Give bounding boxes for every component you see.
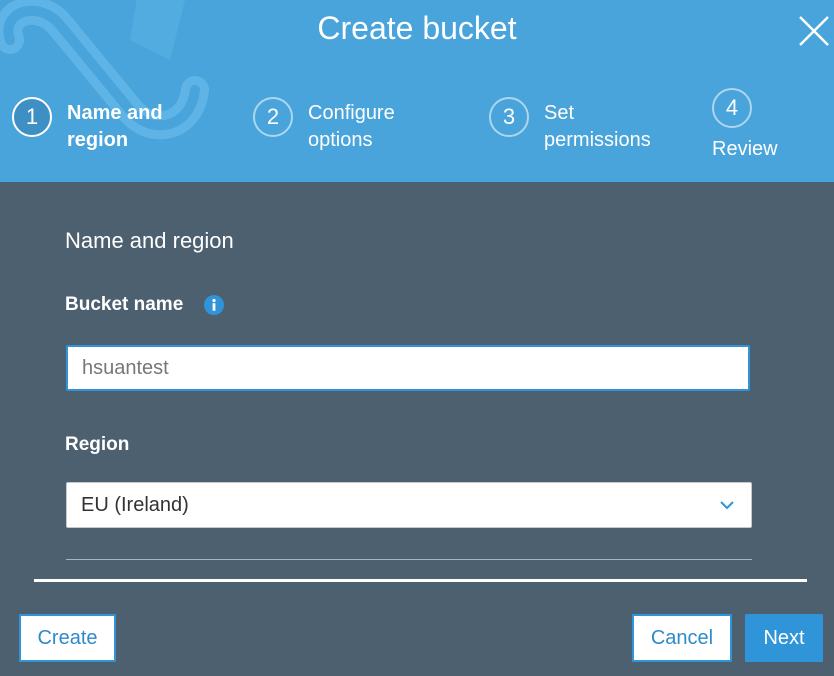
close-icon[interactable] [797,14,831,48]
step-number-badge: 4 [712,88,752,128]
region-select[interactable]: EU (Ireland) [66,482,752,528]
step-label: Set permissions [544,102,651,151]
create-button[interactable]: Create [19,614,116,662]
next-button[interactable]: Next [745,614,823,662]
bucket-name-input[interactable] [66,345,750,391]
region-selected-value: EU (Ireland) [81,493,189,516]
section-title: Name and region [65,228,234,253]
form-divider [66,559,752,560]
step-name-and-region[interactable]: 1 Name and region [12,97,163,154]
step-number-badge: 1 [12,97,52,137]
step-configure-options[interactable]: 2 Configure options [253,97,395,154]
step-review[interactable]: 4 Review [712,88,778,163]
chevron-down-icon [720,501,734,510]
step-label: Review [712,138,778,160]
step-number-badge: 2 [253,97,293,137]
step-number-badge: 3 [489,97,529,137]
cancel-button[interactable]: Cancel [632,614,732,662]
step-set-permissions[interactable]: 3 Set permissions [489,97,651,154]
step-label: Name and region [67,102,163,151]
bucket-name-label: Bucket name [65,294,184,315]
region-label: Region [65,434,130,455]
step-label: Configure options [308,102,395,151]
info-icon[interactable] [204,295,224,315]
footer-divider [34,579,807,582]
dialog-title: Create bucket [317,10,517,46]
dialog-header: Create bucket 1 Name and region 2 Config… [0,0,834,182]
